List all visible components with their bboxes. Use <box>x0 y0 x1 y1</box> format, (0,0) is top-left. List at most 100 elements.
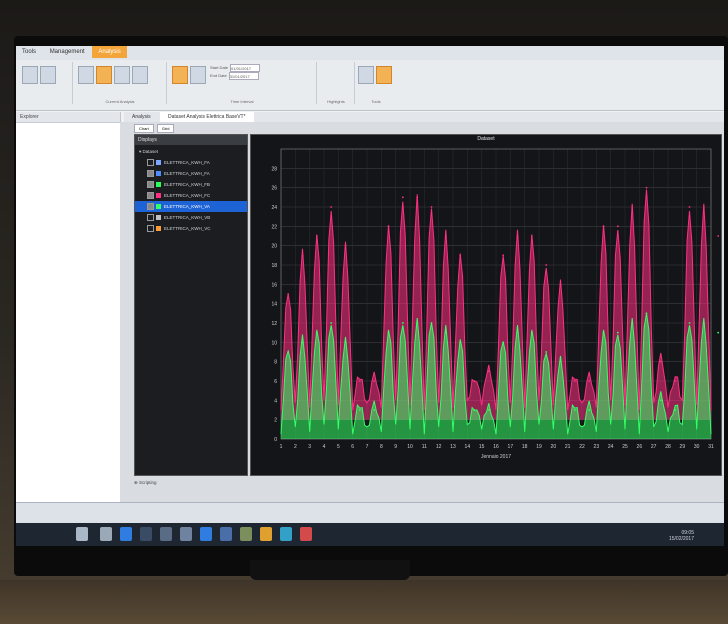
series-color-swatch <box>156 193 161 199</box>
open-button[interactable] <box>22 66 38 84</box>
series-point <box>559 283 562 286</box>
display-item-label: ELETTRICA_KWH_FC <box>164 193 211 198</box>
series-point <box>315 331 318 334</box>
save-image-button[interactable] <box>358 66 374 84</box>
x-tick-label: 4 <box>323 444 326 450</box>
x-tick-label: 26 <box>637 444 643 450</box>
display-item[interactable]: ELETTRICA_KWH_FA <box>135 168 247 179</box>
series-point <box>416 322 419 324</box>
series-point <box>444 235 447 237</box>
series-point <box>516 331 519 334</box>
tree-root-dataset[interactable]: ▾ Dataset <box>135 147 247 157</box>
doc-tab-dataset[interactable]: Dataset Analysis Elettrica BaseVT* <box>160 112 254 122</box>
chart-svg[interactable]: 02468101214161820222426281 2 3 4 5 6 7 8 9 10 11 12… <box>251 135 721 475</box>
display-item-label: ELETTRICA_KWH_FA <box>164 171 210 176</box>
display-item[interactable]: ELETTRICA_KWH_FA <box>135 157 247 168</box>
task-view-icon[interactable] <box>100 527 112 541</box>
series-point <box>487 370 490 373</box>
series-point <box>344 341 347 344</box>
checkbox-checked-icon[interactable] <box>147 181 154 189</box>
refresh-button[interactable] <box>190 66 206 84</box>
view-chart-button[interactable]: Chart <box>134 124 154 133</box>
checkbox-icon[interactable] <box>147 214 154 222</box>
y-tick-label: 28 <box>271 166 277 172</box>
system-tray-clock[interactable]: 09:05 15/02/2017 <box>669 530 694 542</box>
view-grid-button[interactable]: Grid <box>156 124 175 133</box>
update-button[interactable] <box>114 66 130 84</box>
chrome-icon[interactable] <box>260 527 272 541</box>
export-button[interactable] <box>132 66 148 84</box>
x-tick-label: 9 <box>394 444 397 450</box>
series-color-swatch <box>156 160 161 166</box>
explorer-header: Explorer <box>16 112 120 123</box>
x-tick-label: 31 <box>708 444 714 450</box>
group-label: Highlights <box>327 99 345 104</box>
x-tick-label: 22 <box>579 444 585 450</box>
explorer-icon[interactable] <box>140 527 152 541</box>
app-icon-3[interactable] <box>240 527 252 541</box>
scripting-toggle[interactable]: ⊕ Scripting <box>134 480 157 486</box>
app-icon-blue[interactable] <box>200 527 212 541</box>
x-axis-label: Jennaio 2017 <box>481 454 511 460</box>
x-tick-label: 1 <box>280 444 283 450</box>
checkbox-checked-icon[interactable] <box>147 192 154 200</box>
group-label: Tools <box>371 99 381 104</box>
x-tick-label: 12 <box>436 444 442 450</box>
x-tick-label: 28 <box>665 444 671 450</box>
series-point <box>487 409 490 411</box>
display-item[interactable]: ELETTRICA_KWH_FC <box>135 190 247 201</box>
chart-panel: Dataset 0 2 4 6 8 10 12 14 16 18 20 22 24 26 28 1 2 3 4 5 6 7… <box>250 134 722 476</box>
display-item[interactable]: ELETTRICA_KWH_VC <box>135 223 247 234</box>
app-icon-2[interactable] <box>220 527 232 541</box>
view-switcher: Chart Grid <box>134 124 176 133</box>
display-item-label: ELETTRICA_KWH_VB <box>164 215 211 220</box>
series-point <box>315 235 318 237</box>
checkbox-icon[interactable] <box>147 159 154 167</box>
x-tick-label: 6 <box>351 444 354 450</box>
edge-icon[interactable] <box>120 527 132 541</box>
series-point <box>659 360 662 363</box>
period-button[interactable] <box>172 66 188 84</box>
display-item[interactable]: ELETTRICA_KWH_VA <box>135 201 247 212</box>
series-point <box>631 206 634 208</box>
x-tick-label: 5 <box>337 444 340 450</box>
date-fields: Start Date 01/01/2017 End Date 31/01/2017 <box>210 64 261 80</box>
display-item[interactable]: ELETTRICA_KWH_VB <box>135 212 247 223</box>
display-item[interactable]: ELETTRICA_KWH_FB <box>135 179 247 190</box>
app-icon[interactable] <box>180 527 192 541</box>
app-icon-4[interactable] <box>280 527 292 541</box>
x-tick-label: 3 <box>308 444 311 450</box>
checkbox-icon[interactable] <box>147 225 154 233</box>
y-tick-label: 26 <box>271 186 277 192</box>
tab-management[interactable]: Management <box>44 46 91 58</box>
doc-tab-analysis[interactable]: Analysis <box>124 112 159 122</box>
analysis-button[interactable] <box>78 66 94 84</box>
y-tick-label: 12 <box>271 321 277 327</box>
store-icon[interactable] <box>160 527 172 541</box>
series-point <box>702 206 705 208</box>
series-point <box>602 225 605 228</box>
series-point <box>344 244 347 247</box>
y-tick-label: 22 <box>271 224 277 230</box>
checkbox-checked-icon[interactable] <box>147 170 154 178</box>
series-color-swatch <box>156 204 161 210</box>
start-date-field[interactable]: 01/01/2017 <box>230 64 261 72</box>
series-point <box>559 360 562 363</box>
tab-analysis[interactable]: Analysis <box>92 46 127 58</box>
ribbon-tabs: Tools Management Analysis <box>16 46 724 60</box>
show-table-button[interactable] <box>376 66 392 84</box>
app-icon-5[interactable] <box>300 527 312 541</box>
taskbar: 09:05 15/02/2017 <box>16 502 724 546</box>
series-point <box>688 206 691 208</box>
display-item-label: ELETTRICA_KWH_VA <box>164 204 210 209</box>
save-button[interactable] <box>40 66 56 84</box>
end-date-field[interactable]: 31/01/2017 <box>228 72 259 80</box>
checkbox-checked-icon[interactable] <box>147 203 154 211</box>
tab-tools[interactable]: Tools <box>16 46 42 58</box>
series-point <box>573 380 576 382</box>
x-tick-label: 10 <box>407 444 413 450</box>
clock-date: 15/02/2017 <box>668 536 694 542</box>
new-analysis-button[interactable] <box>96 66 112 84</box>
search-icon[interactable] <box>76 527 88 541</box>
series-point <box>588 380 591 382</box>
